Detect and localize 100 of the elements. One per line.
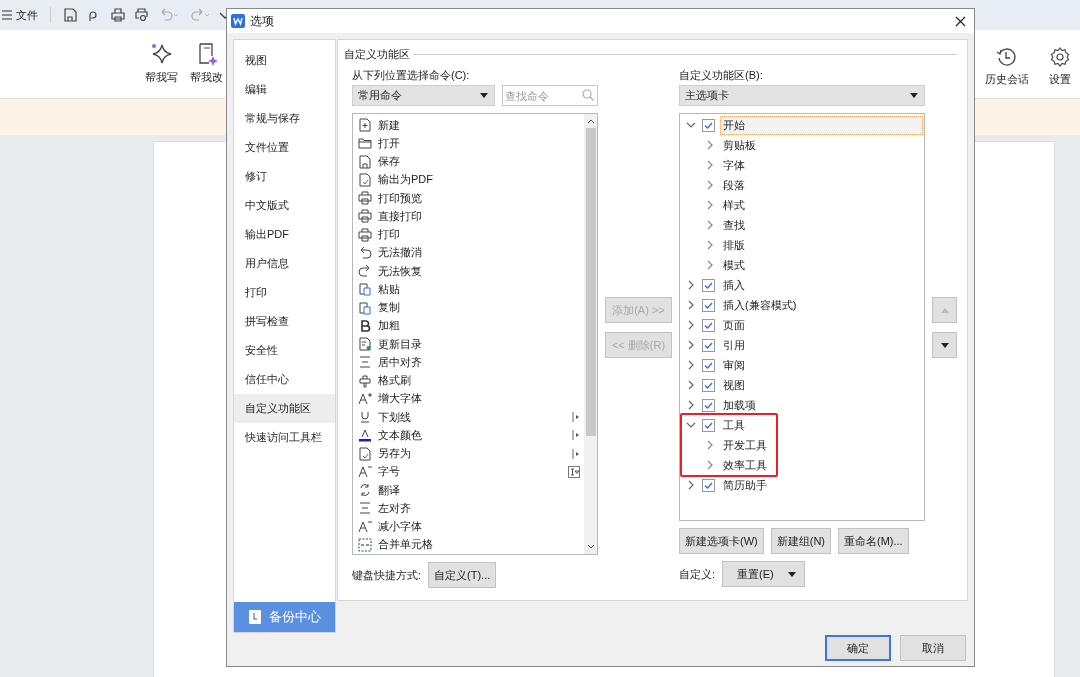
tree-item[interactable]: 查找 bbox=[682, 215, 922, 235]
checkbox[interactable] bbox=[702, 298, 715, 312]
command-item[interactable]: 文本颜色 bbox=[358, 426, 584, 445]
command-item[interactable]: 另存为 bbox=[358, 444, 584, 463]
checkbox[interactable] bbox=[702, 358, 715, 372]
tree-item[interactable]: 排版 bbox=[682, 235, 922, 255]
tree-item[interactable]: 样式 bbox=[682, 195, 922, 215]
nav-item[interactable]: 自定义功能区 bbox=[234, 394, 335, 423]
tree-item[interactable]: 加载项 bbox=[682, 395, 922, 415]
search-field[interactable]: 查找命令 bbox=[502, 85, 598, 106]
scroll-up-icon[interactable] bbox=[586, 118, 595, 124]
dropdown-icon bbox=[568, 465, 580, 478]
nav-item[interactable]: 文件位置 bbox=[234, 133, 335, 162]
checkbox[interactable] bbox=[702, 398, 715, 412]
chevron-down-icon[interactable] bbox=[686, 420, 696, 430]
checkbox[interactable] bbox=[702, 418, 715, 432]
nav-item[interactable]: 拼写检查 bbox=[234, 307, 335, 336]
nav-item[interactable]: 常规与保存 bbox=[234, 104, 335, 133]
tree-item[interactable]: 审阅 bbox=[682, 355, 922, 375]
command-item[interactable]: 下划线 bbox=[358, 408, 584, 427]
nav-item[interactable]: 信任中心 bbox=[234, 365, 335, 394]
tree-item[interactable]: 简历助手 bbox=[682, 475, 922, 495]
tree-action-button[interactable]: 新建选项卡(W) bbox=[679, 528, 764, 554]
command-item[interactable]: 无法恢复 bbox=[358, 262, 584, 281]
command-item[interactable]: 字号 bbox=[358, 462, 584, 481]
close-icon[interactable] bbox=[955, 15, 966, 27]
printer-icon[interactable] bbox=[111, 8, 125, 22]
tree-item[interactable]: 剪贴板 bbox=[682, 135, 922, 155]
ok-button[interactable]: 确定 bbox=[825, 635, 891, 661]
history-icon bbox=[996, 46, 1018, 68]
tree-item[interactable]: 段落 bbox=[682, 175, 922, 195]
tree-item[interactable]: 插入(兼容模式) bbox=[682, 295, 922, 315]
tree-item[interactable]: 模式 bbox=[682, 255, 922, 275]
tree-item[interactable]: 工具 bbox=[682, 415, 776, 435]
command-item[interactable]: 更新目录 bbox=[358, 335, 584, 354]
command-item[interactable]: 左对齐 bbox=[358, 499, 584, 518]
nav-item[interactable]: 输出PDF bbox=[234, 220, 335, 249]
customize-shortcut-button[interactable]: 自定义(T)... bbox=[428, 562, 497, 588]
checkbox[interactable] bbox=[702, 478, 715, 492]
checkbox[interactable] bbox=[702, 278, 715, 292]
command-item[interactable]: 打印 bbox=[358, 225, 584, 244]
nav-item[interactable]: 打印 bbox=[234, 278, 335, 307]
edit-assist-button[interactable]: 帮我改 bbox=[187, 42, 226, 98]
command-item[interactable]: 减小字体 bbox=[358, 517, 584, 536]
command-item[interactable]: 加粗 bbox=[358, 316, 584, 335]
nav-item[interactable]: 修订 bbox=[234, 162, 335, 191]
reset-dropdown-button[interactable]: 重置(E) bbox=[722, 561, 805, 587]
tree-item[interactable]: 页面 bbox=[682, 315, 922, 335]
checkbox[interactable] bbox=[702, 318, 715, 332]
tree-item[interactable]: 开始 bbox=[682, 115, 922, 135]
cancel-button[interactable]: 取消 bbox=[900, 635, 966, 661]
move-down-button[interactable] bbox=[932, 332, 957, 358]
settings-button[interactable]: 设置 bbox=[1046, 46, 1074, 98]
tree-item[interactable]: 视图 bbox=[682, 375, 922, 395]
tree-item[interactable]: 字体 bbox=[682, 155, 922, 175]
nav-item[interactable]: 安全性 bbox=[234, 336, 335, 365]
tree-action-button[interactable]: 新建组(N) bbox=[770, 528, 831, 554]
command-item[interactable]: 输出为PDF bbox=[358, 170, 584, 189]
command-item[interactable]: 新建 bbox=[358, 116, 584, 135]
nav-item[interactable]: 视图 bbox=[234, 46, 335, 75]
command-item[interactable]: 打印预览 bbox=[358, 189, 584, 208]
nav-item[interactable]: 快速访问工具栏 bbox=[234, 423, 335, 452]
command-item[interactable]: 保存 bbox=[358, 152, 584, 171]
tree-item[interactable]: 插入 bbox=[682, 275, 922, 295]
tree-item[interactable]: 开发工具 bbox=[682, 435, 776, 455]
save-icon[interactable] bbox=[63, 8, 77, 22]
command-item[interactable]: 翻译 bbox=[358, 481, 584, 500]
checkbox[interactable] bbox=[702, 118, 715, 132]
align-icon bbox=[358, 501, 372, 516]
sparkle-icon bbox=[149, 42, 174, 66]
command-item[interactable]: 居中对齐 bbox=[358, 353, 584, 372]
caret-icon bbox=[787, 571, 796, 577]
file-menu[interactable]: 文件 bbox=[16, 7, 38, 23]
tree-item[interactable]: 效率工具 bbox=[682, 455, 776, 475]
search-icon bbox=[582, 89, 594, 101]
nav-item[interactable]: 中文版式 bbox=[234, 191, 335, 220]
nav-item[interactable]: 用户信息 bbox=[234, 249, 335, 278]
history-button[interactable]: 历史会话 bbox=[982, 46, 1032, 98]
command-item[interactable]: 打开 bbox=[358, 134, 584, 153]
command-source-dropdown[interactable]: 常用命令 bbox=[352, 85, 495, 106]
command-item[interactable]: 复制 bbox=[358, 298, 584, 317]
menu-icon[interactable] bbox=[2, 10, 12, 20]
checkbox[interactable] bbox=[702, 338, 715, 352]
tree-action-button[interactable]: 重命名(M)... bbox=[838, 528, 909, 554]
command-item[interactable]: 无法撤消 bbox=[358, 243, 584, 262]
scrollbar[interactable] bbox=[584, 114, 597, 554]
arrow-down-icon bbox=[940, 342, 949, 348]
command-item[interactable]: 增大字体 bbox=[358, 389, 584, 408]
command-item[interactable]: 粘贴 bbox=[358, 280, 584, 299]
ribbon-tabs-dropdown[interactable]: 主选项卡 bbox=[679, 85, 925, 106]
commands-label: 从下列位置选择命令(C): bbox=[352, 68, 471, 83]
command-item[interactable]: 格式刷 bbox=[358, 371, 584, 390]
tree-item[interactable]: 引用 bbox=[682, 335, 922, 355]
command-item[interactable]: 直接打印 bbox=[358, 207, 584, 226]
nav-item[interactable]: 编辑 bbox=[234, 75, 335, 104]
command-item[interactable]: 合并单元格 bbox=[358, 535, 584, 554]
scroll-down-icon[interactable] bbox=[586, 544, 595, 550]
write-assist-button[interactable]: 帮我写 bbox=[142, 42, 181, 98]
chevron-down-icon[interactable] bbox=[686, 120, 696, 130]
checkbox[interactable] bbox=[702, 378, 715, 392]
